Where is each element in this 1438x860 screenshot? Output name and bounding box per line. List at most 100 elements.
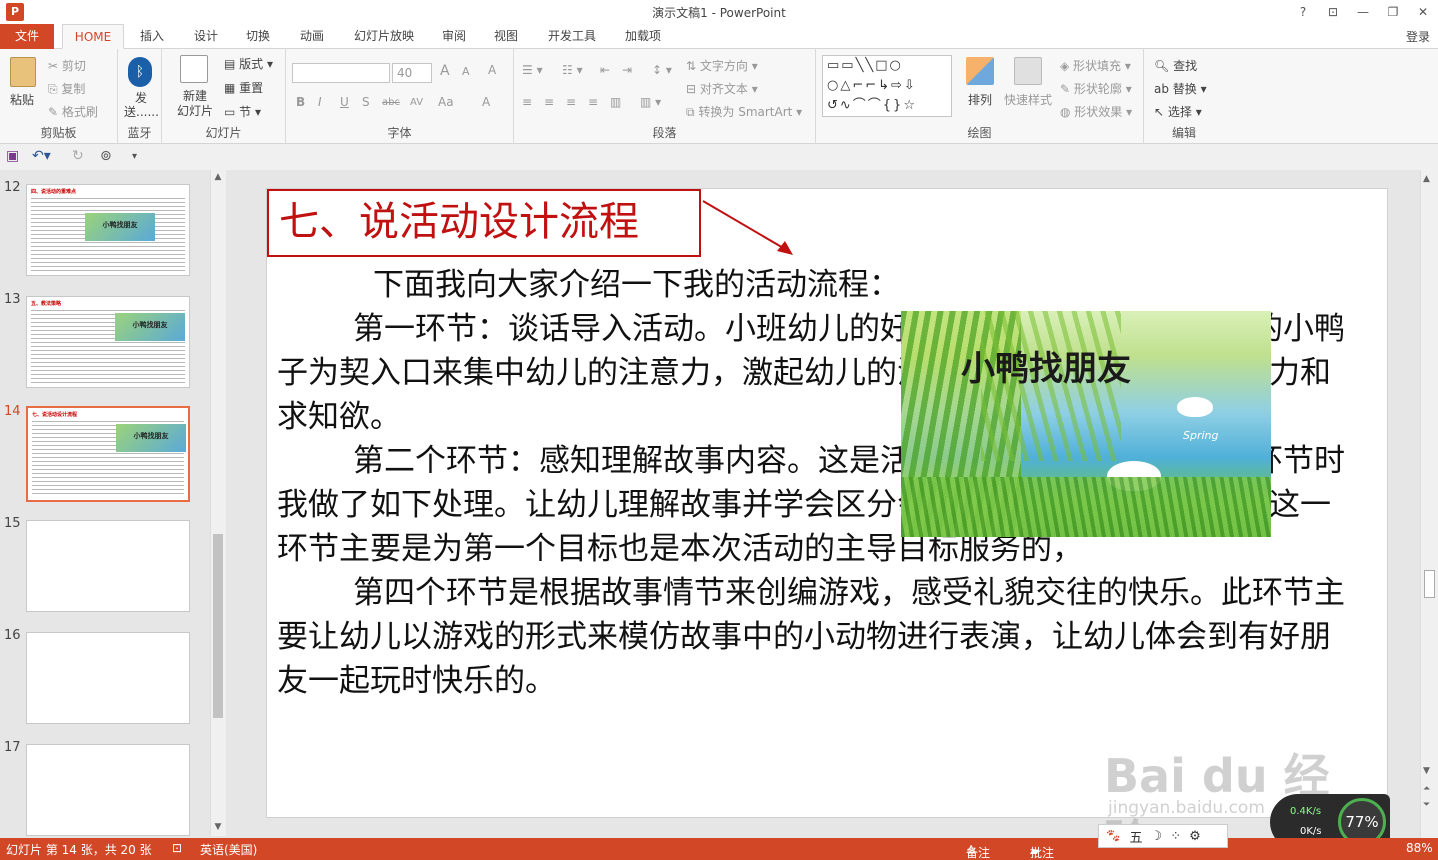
font-color-button[interactable]: A [482,95,490,109]
clear-format-button[interactable]: A [488,63,496,77]
redo-icon[interactable]: ↻ [72,148,84,164]
font-size-combo[interactable]: 40 [392,63,432,83]
tab-insert[interactable]: 插入 [132,24,172,49]
align-center-icon[interactable]: ≡ [544,95,554,109]
replace-button[interactable]: ab 替换 ▾ [1154,80,1207,97]
tab-home[interactable]: HOME [62,24,124,49]
underline-button[interactable]: U [340,95,349,109]
moon-icon[interactable]: ☽ [1151,829,1163,844]
start-slideshow-icon[interactable]: ⊚ [100,148,112,164]
quick-styles-icon[interactable] [1014,57,1042,85]
slide-picture[interactable]: 小鸭找朋友 Spring [901,311,1271,537]
decrease-indent-icon[interactable]: ⇤ [600,63,610,77]
restore-button[interactable]: ❐ [1378,0,1408,24]
slide-canvas[interactable]: 七、说活动设计流程 下面我向大家介绍一下我的活动流程： 第一环节：谈话导入活动。… [266,188,1388,818]
bullets-icon[interactable]: ☰ ▾ [522,63,543,77]
reset-button[interactable]: ▦ 重置 [224,79,263,96]
shadow-button[interactable]: S [362,95,370,109]
paste-button[interactable]: 粘贴 [10,91,34,108]
login-link[interactable]: 登录 [1406,28,1430,45]
slide-thumbnail-14[interactable]: 七、说活动设计流程 小鸭找朋友 [26,406,190,502]
tab-transitions[interactable]: 切换 [238,24,278,49]
tab-view[interactable]: 视图 [486,24,526,49]
convert-smartart-button[interactable]: ⧉ 转换为 SmartArt ▾ [686,103,802,120]
paw-icon[interactable]: 🐾︎ [1105,829,1122,844]
scroll-down-arrow[interactable]: ▼ [1423,766,1430,776]
arrange-icon[interactable] [966,57,994,85]
thumbnail-scrollbar[interactable]: ▲ ▼ [210,170,226,836]
text-direction-button[interactable]: ⇅ 文字方向 ▾ [686,57,758,74]
align-text-button[interactable]: ⊟ 对齐文本 ▾ [686,80,758,97]
format-painter-button[interactable]: ✎ 格式刷 [48,103,98,120]
distribute-icon[interactable]: ▥ [610,95,621,109]
spell-check-icon[interactable]: ⊡ [172,841,182,855]
gear-icon[interactable]: ⚙ [1189,829,1201,844]
ime-toolbar[interactable]: 🐾︎ 五 ☽ ⁘ ⚙ [1098,824,1228,848]
ribbon-display-button[interactable]: ⊡ [1318,0,1348,24]
scroll-down-arrow[interactable]: ▼ [211,822,225,832]
bluetooth-send-button[interactable]: 发送...... [124,91,159,119]
align-right-icon[interactable]: ≡ [566,95,576,109]
tab-addins[interactable]: 加载项 [616,24,670,49]
ime-mode[interactable]: 五 [1130,827,1143,846]
slide-thumbnail-13[interactable]: 五、教法策略 小鸭找朋友 [26,296,190,388]
columns-icon[interactable]: ▥ ▾ [640,95,661,109]
section-button[interactable]: ▭ 节 ▾ [224,103,261,120]
layout-button[interactable]: ▤ 版式 ▾ [224,55,273,72]
slide-thumbnail-16[interactable] [26,632,190,724]
select-button[interactable]: ↖ 选择 ▾ [1154,103,1202,120]
tab-design[interactable]: 设计 [186,24,226,49]
font-name-combo[interactable] [292,63,390,83]
previous-slide-icon[interactable]: ⏶ [1423,784,1430,794]
new-slide-icon[interactable] [180,55,208,83]
dots-icon[interactable]: ⁘ [1170,829,1181,844]
slide-title[interactable]: 七、说活动设计流程 [267,189,701,257]
change-case-button[interactable]: Aa [438,95,454,109]
tab-developer[interactable]: 开发工具 [540,24,604,49]
strikethrough-button[interactable]: abc [382,97,400,108]
slide-thumbnail-12[interactable]: 四、说活动的重难点 小鸭找朋友 [26,184,190,276]
shapes-gallery[interactable]: ▭▭╲╲□○ ○△⌐⌐↳⇨⇩ ↺∿⌒⌒{}☆ [822,55,952,117]
shape-fill-button[interactable]: ◈ 形状填充 ▾ [1060,57,1131,74]
slide-scrollbar[interactable]: ▲ ▼ ⏶ ⏷ [1420,170,1438,838]
arrange-button[interactable]: 排列 [968,91,992,108]
undo-icon[interactable]: ↶▾ [32,148,51,164]
minimize-button[interactable]: — [1348,0,1378,24]
help-button[interactable]: ? [1288,0,1318,24]
tab-review[interactable]: 审阅 [434,24,474,49]
slide-thumbnail-17[interactable] [26,744,190,836]
quick-styles-button[interactable]: 快速样式 [1004,91,1052,108]
close-button[interactable]: ✕ [1408,0,1438,24]
find-button[interactable]: 🔍︎ 查找 [1154,57,1197,74]
tab-file[interactable]: 文件 [0,24,54,49]
next-slide-icon[interactable]: ⏷ [1423,800,1430,810]
save-icon[interactable]: ▣ [6,148,19,164]
tab-animations[interactable]: 动画 [292,24,332,49]
italic-button[interactable]: I [318,95,322,109]
shape-effects-button[interactable]: ◍ 形状效果 ▾ [1060,103,1132,120]
shape-outline-button[interactable]: ✎ 形状轮廓 ▾ [1060,80,1132,97]
justify-icon[interactable]: ≡ [588,95,598,109]
slide-thumbnail-15[interactable] [26,520,190,612]
new-slide-button[interactable]: 新建 幻灯片 [170,89,220,119]
customize-qat-icon[interactable]: ▾ [132,151,137,162]
paste-icon[interactable] [10,57,36,87]
scroll-up-arrow[interactable]: ▲ [211,172,225,182]
numbering-icon[interactable]: ☷ ▾ [562,63,583,77]
zoom-level[interactable]: 88% [1406,841,1433,855]
language-indicator[interactable]: 英语(美国) [200,841,257,858]
align-left-icon[interactable]: ≡ [522,95,532,109]
copy-button[interactable]: ⎘ 复制 [48,80,85,97]
line-spacing-icon[interactable]: ↕ ▾ [652,63,672,77]
thumbnail-scroll-thumb[interactable] [213,534,223,718]
scroll-up-arrow[interactable]: ▲ [1423,174,1430,184]
tab-slideshow[interactable]: 幻灯片放映 [346,24,422,49]
increase-indent-icon[interactable]: ⇥ [622,63,632,77]
slide-scroll-thumb[interactable] [1424,570,1435,598]
shrink-font-button[interactable]: A [462,65,470,78]
bold-button[interactable]: B [296,95,305,109]
cut-button[interactable]: ✂ 剪切 [48,57,86,74]
grow-font-button[interactable]: A [440,63,450,79]
bluetooth-icon[interactable]: ᛒ [128,57,152,87]
char-spacing-button[interactable]: AV [410,97,423,108]
